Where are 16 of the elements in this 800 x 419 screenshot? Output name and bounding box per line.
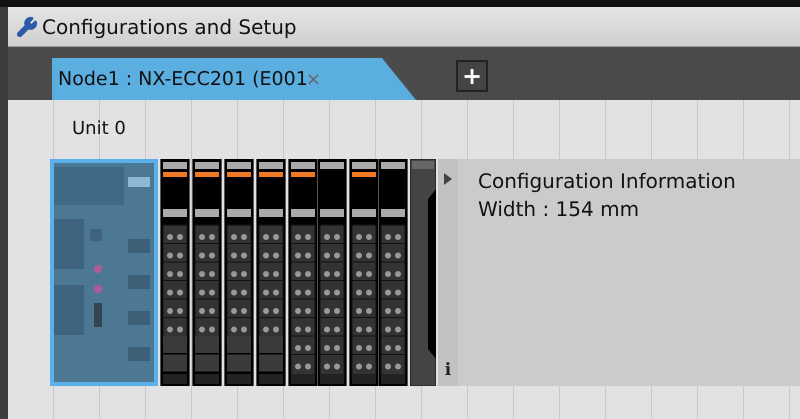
io-module-drawing[interactable] bbox=[160, 159, 190, 386]
window-title: Configurations and Setup bbox=[42, 14, 297, 38]
io-module-drawing[interactable] bbox=[192, 159, 222, 386]
info-icon: i bbox=[444, 360, 452, 380]
width-text: Width : 154 mm bbox=[478, 197, 640, 221]
info-title: Configuration Information bbox=[478, 169, 736, 193]
expand-arrow-icon[interactable] bbox=[443, 173, 453, 185]
io-module-drawing[interactable] bbox=[288, 159, 347, 386]
unit-label: Unit 0 bbox=[72, 118, 126, 139]
io-module-drawing[interactable] bbox=[349, 159, 408, 386]
end-cover-drawing[interactable] bbox=[410, 159, 436, 386]
wrench-icon bbox=[16, 16, 38, 38]
node-tab[interactable]: Node1 : NX-ECC201 (E001× bbox=[52, 58, 416, 100]
add-tab-button[interactable]: + bbox=[456, 60, 488, 92]
io-module-drawing[interactable] bbox=[256, 159, 286, 386]
io-module-drawing[interactable] bbox=[224, 159, 254, 386]
